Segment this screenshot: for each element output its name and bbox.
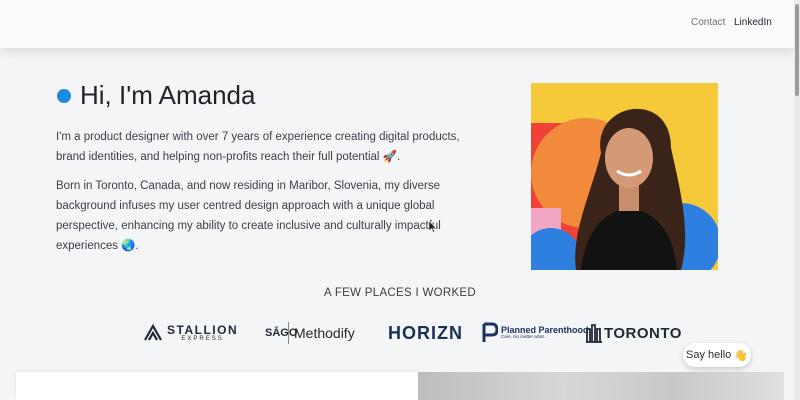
horizn-logo: HORIZN [388, 322, 463, 343]
say-hello-label: Say hello [686, 349, 732, 361]
scrollbar-thumb[interactable] [795, 4, 799, 96]
project-card[interactable] [16, 372, 418, 400]
status-dot [57, 89, 71, 103]
stallion-express-logo: STALLION EXPRESS [143, 316, 238, 350]
city-of-toronto-logo: TORONTO [586, 316, 682, 350]
places-heading: A FEW PLACES I WORKED [324, 287, 476, 299]
say-hello-button[interactable]: Say hello 👋 [683, 343, 751, 367]
background-paragraph: Born in Toronto, Canada, and now residin… [56, 180, 441, 252]
waving-hand-icon: 👋 [734, 349, 748, 362]
mouse-cursor-icon [429, 221, 437, 233]
planned-parenthood-logo: Planned Parenthood Care. No matter what. [482, 316, 589, 350]
project-image[interactable] [418, 372, 784, 400]
intro-paragraph: I'm a product designer with over 7 years… [56, 131, 460, 163]
page-title: Hi, I'm Amanda [80, 80, 256, 110]
sago-methodify-logo: SĀGO Methodify [265, 316, 355, 350]
nav-contact-link[interactable]: Contact [691, 17, 725, 28]
nav-linkedin-link[interactable]: LinkedIn [734, 17, 772, 28]
top-navbar: Contact LinkedIn [0, 0, 796, 48]
profile-portrait [531, 83, 718, 270]
